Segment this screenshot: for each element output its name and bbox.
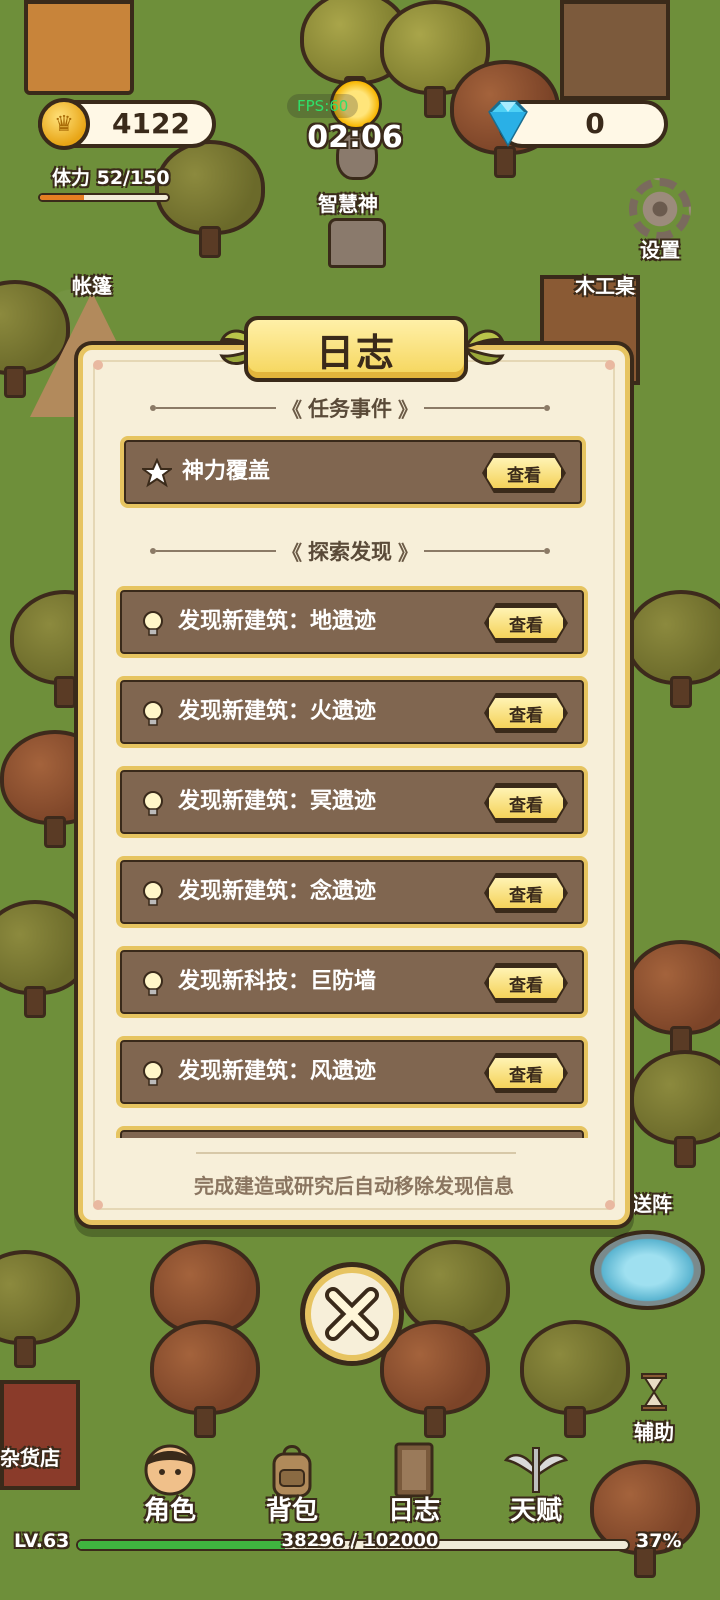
nav-journal[interactable]: 日志: [364, 1440, 464, 1530]
crown-coin-icon: ♛: [38, 98, 90, 150]
view-button[interactable]: 查看: [486, 875, 566, 911]
view-button[interactable]: 查看: [486, 1055, 566, 1091]
discovery-title: 发现新建筑：念遗迹: [178, 879, 377, 904]
assist-button[interactable]: 辅助: [614, 1372, 694, 1445]
star-icon: [142, 458, 172, 488]
discovery-row[interactable]: 发现新建筑：风遗迹 查看: [116, 1036, 588, 1108]
nav-talent[interactable]: 天赋: [486, 1440, 586, 1530]
xp-value: 38296 / 102000: [281, 1530, 439, 1551]
discovery-row[interactable]: 发现新科技：巨防墙 查看: [116, 946, 588, 1018]
section-title-discoveries: 探索发现: [308, 540, 392, 564]
view-button[interactable]: 查看: [486, 785, 566, 821]
xp-percent: 37%: [636, 1530, 682, 1552]
lightbulb-icon: [143, 611, 163, 636]
discovery-title: 发现新建筑：风遗迹: [178, 1059, 377, 1084]
nav-label: 角色: [143, 1496, 196, 1526]
hourglass-icon: [641, 1373, 667, 1411]
footer-divider: [196, 1152, 516, 1154]
discovery-row[interactable]: 发现新建筑：念遗迹 查看: [116, 856, 588, 928]
nav-backpack[interactable]: 背包: [242, 1440, 342, 1530]
close-icon: [325, 1287, 379, 1341]
level-label: LV.63: [14, 1530, 70, 1552]
lightbulb-icon: [143, 791, 163, 816]
leaf-decoration-icon: [462, 329, 505, 365]
lightbulb-icon: [143, 971, 163, 996]
discovery-row[interactable]: 发现新建筑：地遗迹 查看: [116, 586, 588, 658]
discovery-title: 发现新科技：巨防墙: [178, 969, 377, 994]
discovery-row[interactable]: [116, 1126, 588, 1138]
dialog-title: 日志: [315, 330, 396, 375]
view-button-label: 查看: [507, 465, 541, 486]
lightbulb-icon: [143, 881, 163, 906]
view-button-label: 查看: [509, 975, 543, 996]
nav-character[interactable]: 角色: [120, 1440, 220, 1530]
view-button[interactable]: 查看: [486, 605, 566, 641]
assist-label: 辅助: [634, 1420, 674, 1444]
journal-modal: 日志 《 任务事件 》 神力覆盖 查看 《 探索发现 》 发现新建筑：地遗迹 查…: [0, 0, 720, 1600]
discovery-title: 发现新建筑：火遗迹: [178, 699, 377, 724]
view-button-label: 查看: [509, 705, 543, 726]
view-button[interactable]: 查看: [486, 695, 566, 731]
lightbulb-icon: [143, 1061, 163, 1086]
dialog-title-plate: 日志: [244, 316, 468, 382]
view-button[interactable]: 查看: [486, 965, 566, 1001]
nav-label: 日志: [387, 1496, 440, 1526]
view-button-label: 查看: [509, 1065, 543, 1086]
discovery-title: 发现新建筑：地遗迹: [178, 609, 377, 634]
diamond-icon: [488, 100, 528, 148]
view-button[interactable]: 查看: [484, 455, 564, 491]
nav-label: 天赋: [509, 1496, 562, 1526]
task-row[interactable]: 神力覆盖 查看: [120, 436, 586, 508]
discovery-row[interactable]: 发现新建筑：火遗迹 查看: [116, 676, 588, 748]
view-button-label: 查看: [509, 615, 543, 636]
section-header-tasks: 《 任务事件 》: [150, 388, 550, 428]
view-button-label: 查看: [509, 885, 543, 906]
discovery-list[interactable]: 发现新建筑：地遗迹 查看 发现新建筑：火遗迹 查看 发现新建筑：冥遗迹 查看 发…: [110, 580, 600, 1138]
footer-note: 完成建造或研究后自动移除发现信息: [194, 1174, 514, 1198]
lightbulb-icon: [143, 701, 163, 726]
discovery-title: 发现新建筑：冥遗迹: [178, 789, 377, 814]
section-header-discoveries: 《 探索发现 》: [150, 531, 550, 571]
nav-label: 背包: [265, 1496, 318, 1526]
close-button[interactable]: [300, 1262, 404, 1366]
task-title: 神力覆盖: [182, 459, 271, 484]
view-button-label: 查看: [509, 795, 543, 816]
discovery-row[interactable]: 发现新建筑：冥遗迹 查看: [116, 766, 588, 838]
section-title-tasks: 任务事件: [308, 397, 392, 421]
